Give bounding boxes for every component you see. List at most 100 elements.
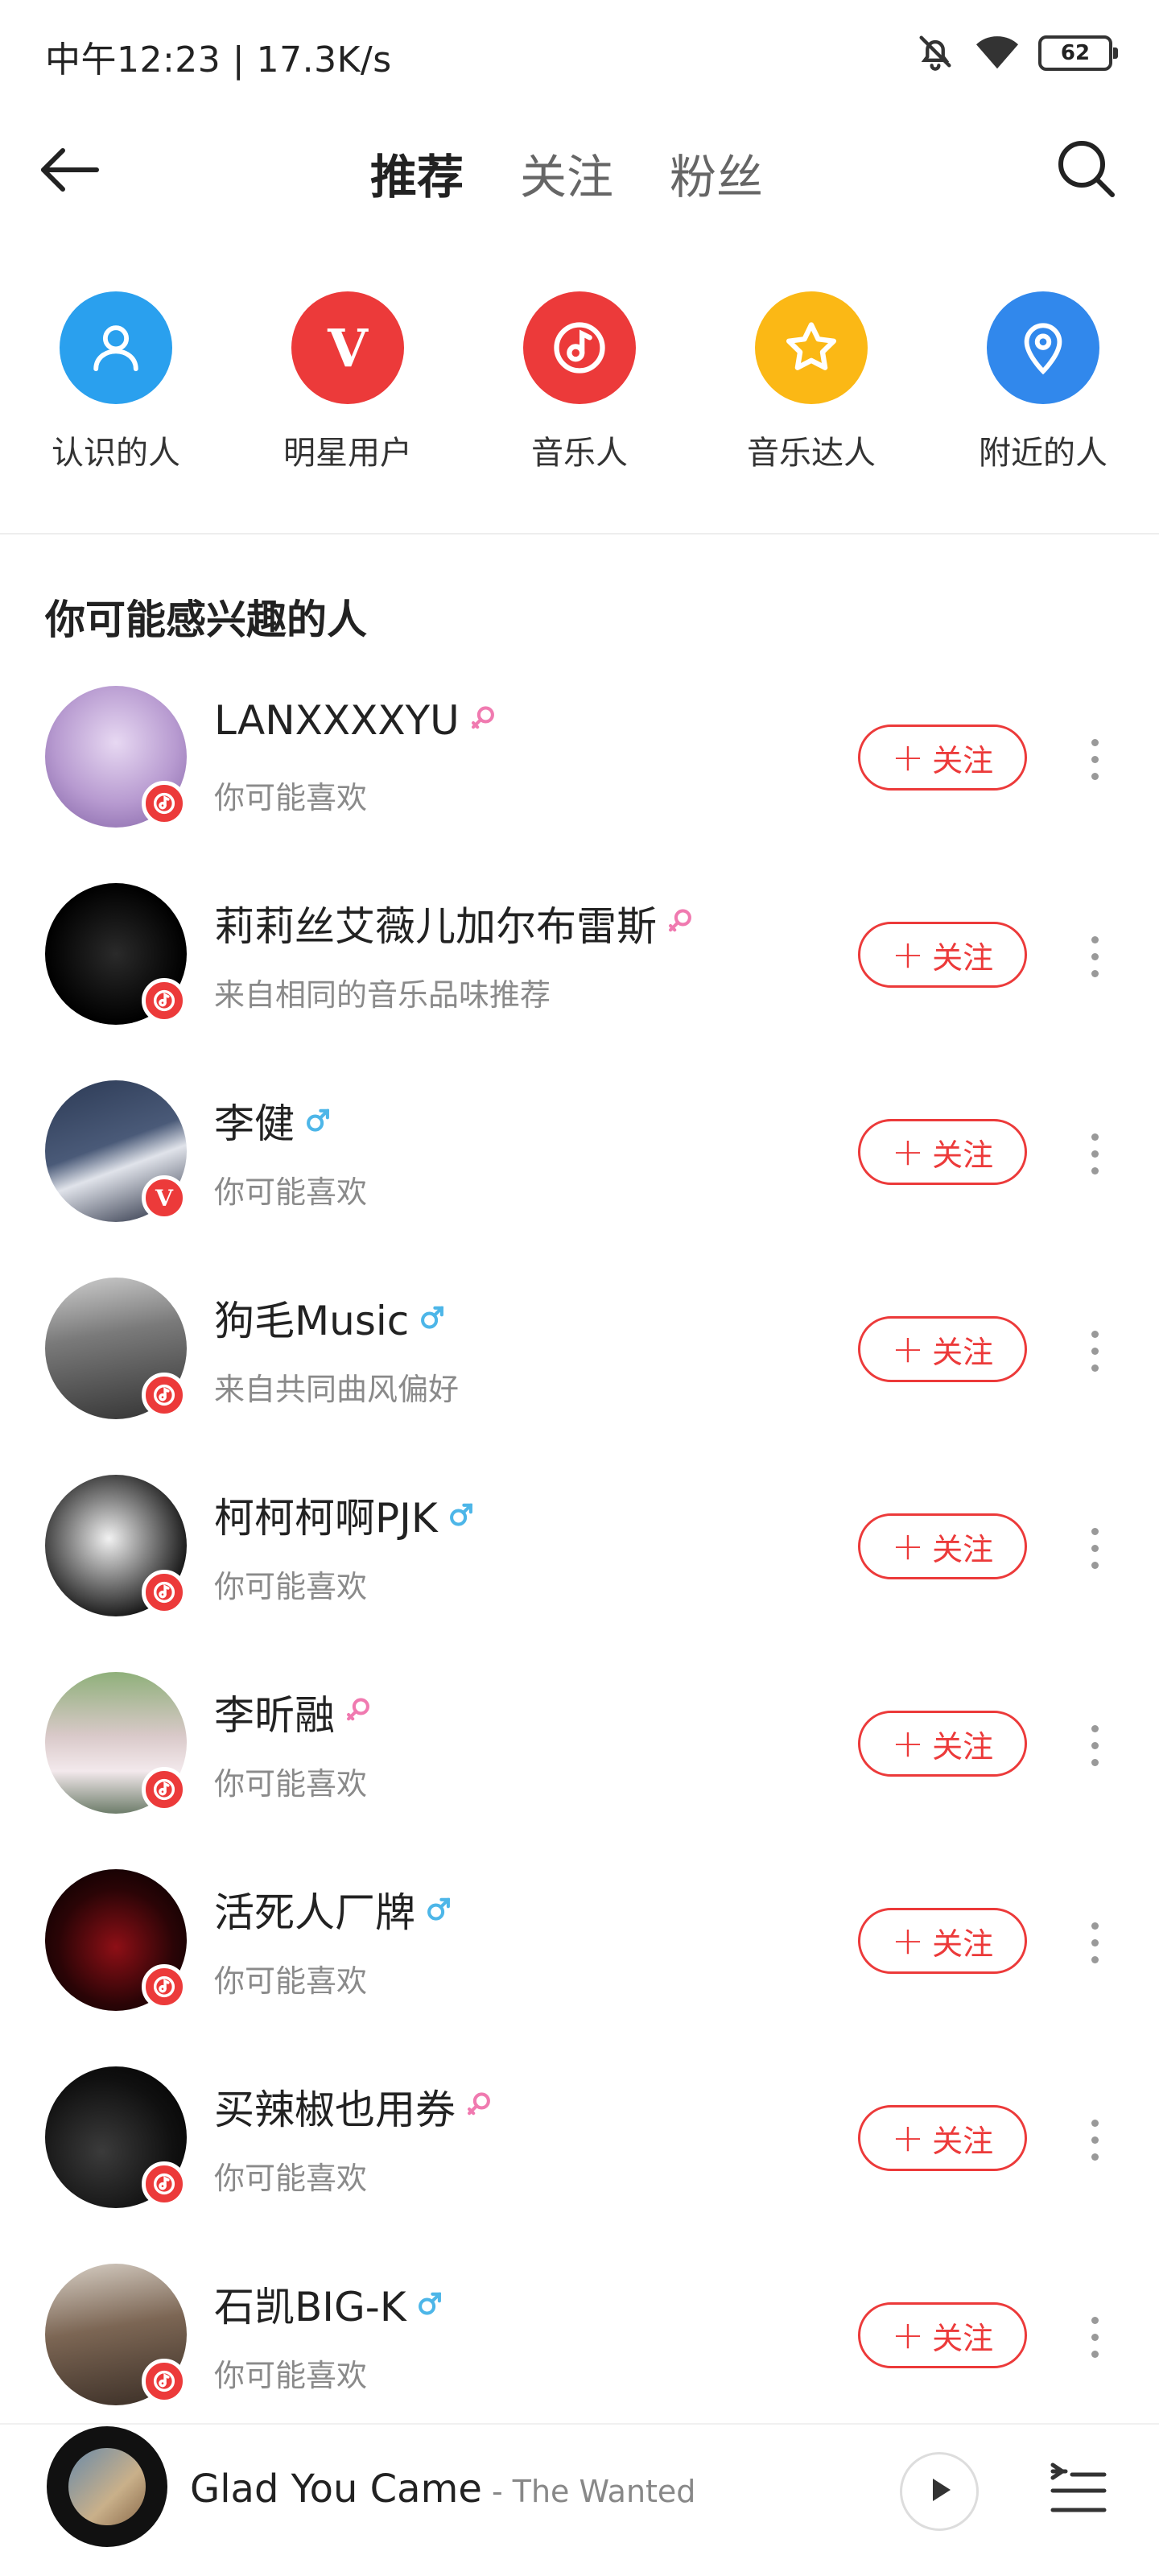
title-separator: - — [481, 2474, 513, 2509]
back-button[interactable] — [39, 135, 119, 208]
more-dot-icon — [1091, 1364, 1099, 1372]
user-name[interactable]: LANXXXXYU — [214, 697, 460, 744]
user-name-line: 李健 — [214, 1092, 332, 1150]
tab-following[interactable]: 关注 — [520, 137, 613, 209]
follow-button[interactable]: + 关注 — [858, 2105, 1027, 2171]
play-button[interactable] — [900, 2452, 979, 2531]
play-icon — [923, 2474, 955, 2509]
more-dot-icon — [1091, 2153, 1099, 2161]
more-options-button[interactable] — [1070, 1709, 1119, 1781]
category-star-users[interactable]: V 明星用户 — [232, 291, 464, 485]
follow-button[interactable]: + 关注 — [858, 1908, 1027, 1974]
user-row[interactable]: 柯柯柯啊PJK 你可能喜欢 + 关注 — [0, 1465, 1159, 1662]
user-name-line: 狗毛Music — [214, 1289, 446, 1347]
search-icon — [1056, 138, 1117, 203]
male-gender-icon — [304, 1104, 332, 1137]
mini-player[interactable]: Glad You Came - The Wanted — [0, 2423, 1159, 2576]
follow-button[interactable]: + 关注 — [858, 1316, 1027, 1382]
playlist-button[interactable] — [1046, 2458, 1111, 2523]
musician-badge-icon — [142, 1964, 187, 2009]
more-dot-icon — [1091, 755, 1099, 763]
follow-label: 关注 — [932, 1926, 994, 1962]
now-playing[interactable]: Glad You Came - The Wanted — [190, 2467, 695, 2512]
status-time: 中午12:23 | 17.3K/s — [45, 39, 392, 80]
male-gender-icon — [419, 1301, 446, 1335]
top-nav: 推荐 关注 粉丝 — [0, 121, 1159, 217]
user-row[interactable]: V 李健 你可能喜欢 + 关注 — [0, 1071, 1159, 1268]
user-name[interactable]: 活死人厂牌 — [214, 1880, 415, 1938]
category-acquaintances[interactable]: 认识的人 — [0, 291, 232, 485]
wifi-icon — [974, 31, 1021, 76]
follow-label: 关注 — [932, 939, 994, 976]
plus-icon: + — [891, 2313, 925, 2358]
user-row[interactable]: 李昕融 你可能喜欢 + 关注 — [0, 1662, 1159, 1860]
user-name-line: 柯柯柯啊PJK — [214, 1486, 475, 1544]
tab-recommend[interactable]: 推荐 — [363, 137, 471, 217]
follow-button[interactable]: + 关注 — [858, 922, 1027, 988]
recommend-reason: 你可能喜欢 — [214, 1963, 368, 1999]
follow-button[interactable]: + 关注 — [858, 1119, 1027, 1185]
plus-icon: + — [891, 2116, 925, 2161]
user-name[interactable]: 柯柯柯啊PJK — [214, 1486, 438, 1544]
playlist-icon — [1046, 2462, 1111, 2526]
more-options-button[interactable] — [1070, 920, 1119, 993]
more-options-button[interactable] — [1070, 1512, 1119, 1584]
user-row[interactable]: 莉莉丝艾薇儿加尔布雷斯 来自相同的音乐品味推荐 + 关注 — [0, 873, 1159, 1071]
category-music-experts[interactable]: 音乐达人 — [695, 291, 927, 485]
recommend-reason: 你可能喜欢 — [214, 780, 368, 815]
user-row[interactable]: LANXXXXYU 你可能喜欢 + 关注 — [0, 676, 1159, 873]
user-name[interactable]: 狗毛Music — [214, 1289, 409, 1347]
star-icon — [755, 291, 868, 404]
user-name[interactable]: 李昕融 — [214, 1683, 335, 1741]
more-dot-icon — [1091, 1166, 1099, 1174]
more-dot-icon — [1091, 1561, 1099, 1569]
follow-button[interactable]: + 关注 — [858, 1513, 1027, 1579]
more-dot-icon — [1091, 2350, 1099, 2358]
tab-fans[interactable]: 粉丝 — [670, 137, 763, 209]
v-icon: V — [291, 291, 404, 404]
more-options-button[interactable] — [1070, 723, 1119, 795]
mute-bell-icon — [914, 31, 956, 76]
plus-icon: + — [891, 735, 925, 780]
more-options-button[interactable] — [1070, 2301, 1119, 2373]
user-row[interactable]: 狗毛Music 来自共同曲风偏好 + 关注 — [0, 1268, 1159, 1465]
user-name[interactable]: 石凯BIG-K — [214, 2275, 406, 2333]
more-options-button[interactable] — [1070, 1117, 1119, 1190]
plus-icon: + — [891, 1524, 925, 1569]
user-row[interactable]: 石凯BIG-K 你可能喜欢 + 关注 — [0, 2254, 1159, 2451]
follow-button[interactable]: + 关注 — [858, 2302, 1027, 2368]
search-button[interactable] — [1046, 130, 1127, 211]
album-cover[interactable] — [47, 2426, 167, 2547]
more-dot-icon — [1091, 1922, 1099, 1930]
recommend-reason: 你可能喜欢 — [214, 2161, 368, 2196]
follow-button[interactable]: + 关注 — [858, 724, 1027, 791]
female-gender-icon — [465, 2090, 493, 2124]
more-options-button[interactable] — [1070, 2103, 1119, 2176]
back-arrow-icon — [39, 146, 100, 197]
user-name[interactable]: 买辣椒也用券 — [214, 2078, 456, 2136]
battery-level: 62 — [1060, 41, 1091, 65]
category-musicians[interactable]: 音乐人 — [464, 291, 695, 485]
svg-text:V: V — [327, 320, 369, 376]
more-dot-icon — [1091, 1955, 1099, 1963]
musician-badge-icon — [142, 781, 187, 826]
musician-badge-icon — [142, 1767, 187, 1812]
album-art-image — [68, 2448, 146, 2525]
more-dot-icon — [1091, 1347, 1099, 1355]
category-label: 认识的人 — [52, 435, 180, 472]
category-nearby[interactable]: 附近的人 — [927, 291, 1159, 485]
more-options-button[interactable] — [1070, 1315, 1119, 1387]
follow-button[interactable]: + 关注 — [858, 1711, 1027, 1777]
location-pin-icon — [987, 291, 1099, 404]
user-row[interactable]: 买辣椒也用券你可能喜欢 + 关注 — [0, 2057, 1159, 2254]
user-row[interactable]: 活死人厂牌你可能喜欢 + 关注 — [0, 1860, 1159, 2057]
user-name[interactable]: 莉莉丝艾薇儿加尔布雷斯 — [214, 894, 657, 952]
more-dot-icon — [1091, 2136, 1099, 2144]
user-name[interactable]: 李健 — [214, 1092, 295, 1150]
more-options-button[interactable] — [1070, 1906, 1119, 1979]
more-dot-icon — [1091, 1527, 1099, 1535]
svg-text:V: V — [155, 1184, 174, 1212]
follow-label: 关注 — [932, 1334, 994, 1370]
plus-icon: + — [891, 1721, 925, 1766]
section-title: 你可能感兴趣的人 — [45, 597, 367, 643]
